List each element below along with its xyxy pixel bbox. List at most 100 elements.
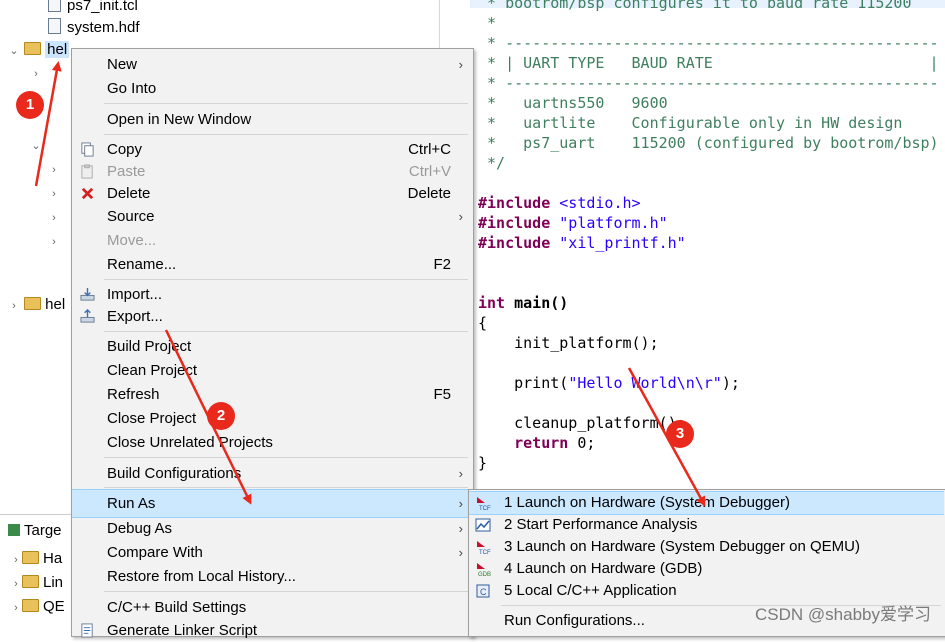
menu-separator (104, 457, 468, 458)
code-line: * --------------------------------------… (478, 74, 939, 92)
paste-icon (81, 164, 93, 179)
chevron-right-icon: › (458, 57, 463, 72)
chevron-right-icon: › (458, 521, 463, 536)
menu-item-go-into[interactable]: Go Into (72, 77, 473, 100)
folder-icon (22, 599, 39, 612)
menu-item-refresh[interactable]: Refresh F5 (72, 383, 473, 406)
watermark: CSDN @shabby爱学习 (755, 605, 931, 624)
menu-item-build-settings[interactable]: C/C++ Build Settings (72, 596, 473, 619)
menu-separator (104, 279, 468, 280)
code-line: } (478, 454, 488, 472)
menu-item-rename[interactable]: Rename... F2 (72, 253, 473, 276)
project-folder-icon (24, 42, 42, 55)
menu-item-move[interactable]: Move... (72, 229, 473, 252)
tcf-launch-icon: TCF (477, 497, 491, 511)
menu-item-paste[interactable]: Paste Ctrl+V (72, 160, 473, 183)
submenu-item-launch-system-debugger[interactable]: TCF 1 Launch on Hardware (System Debugge… (469, 491, 944, 515)
code-line: * | UART TYPE BAUD RATE | (478, 54, 939, 72)
svg-text:TCF: TCF (479, 550, 491, 555)
submenu-item-launch-qemu[interactable]: TCF 3 Launch on Hardware (System Debugge… (469, 536, 944, 558)
step-badge-2: 2 (207, 402, 235, 430)
menu-item-delete[interactable]: Delete Delete (72, 182, 473, 205)
menu-item-new[interactable]: New › (72, 53, 473, 76)
menu-item-source[interactable]: Source › (72, 205, 473, 228)
code-line: */ (478, 154, 506, 172)
export-icon (80, 309, 95, 323)
svg-text:GDB: GDB (478, 572, 491, 577)
chevron-right-icon[interactable]: › (48, 159, 60, 181)
targets-title[interactable]: Targe (8, 520, 62, 542)
target-connections-panel: Targe › Ha › Lin › QE (0, 514, 75, 636)
menu-item-copy[interactable]: Copy Ctrl+C (72, 138, 473, 161)
menu-item-debug-as[interactable]: Debug As › (72, 517, 473, 540)
chevron-right-icon[interactable]: › (10, 597, 22, 619)
main-signature: int main() (478, 294, 569, 312)
tree-child[interactable]: › (48, 206, 60, 228)
svg-text:C: C (480, 587, 487, 597)
code-line: * --------------------------------------… (478, 34, 939, 52)
folder-icon (22, 551, 39, 564)
chevron-right-icon[interactable]: › (10, 549, 22, 571)
menu-item-import[interactable]: Import... (72, 283, 473, 306)
file-icon (48, 18, 61, 34)
target-item[interactable]: › QE (10, 596, 65, 618)
tree-item-ps7-init[interactable]: ps7_init.tcl (48, 0, 138, 17)
chevron-right-icon: › (458, 209, 463, 224)
copy-icon (81, 142, 94, 157)
chevron-right-icon: › (458, 496, 463, 511)
chevron-right-icon[interactable]: › (48, 207, 60, 229)
folder-icon (22, 575, 39, 588)
tree-child[interactable]: › (48, 182, 60, 204)
context-menu: New › Go Into Open in New Window Copy Ctrl… (71, 48, 474, 639)
code-line: { (478, 314, 488, 332)
file-icon (48, 0, 61, 12)
menu-item-close-project[interactable]: Close Project (72, 407, 473, 430)
tree-item-project-hello[interactable]: ⌄ hel (8, 39, 70, 62)
menu-item-build-project[interactable]: Build Project (72, 335, 473, 358)
submenu-item-launch-gdb[interactable]: GDB 4 Launch on Hardware (GDB) (469, 558, 944, 580)
tree-item-project-hello-2[interactable]: › hel (8, 294, 65, 316)
chevron-down-icon[interactable]: ⌄ (30, 135, 42, 157)
menu-item-clean-project[interactable]: Clean Project (72, 359, 473, 382)
print-line: print("Hello World\n\r"); (478, 374, 740, 392)
step-badge-3: 3 (666, 420, 694, 448)
target-item[interactable]: › Lin (10, 572, 63, 594)
chevron-down-icon[interactable]: ⌄ (8, 40, 20, 62)
chevron-right-icon[interactable]: › (10, 573, 22, 595)
menu-item-run-as[interactable]: Run As › (72, 489, 473, 518)
import-icon (80, 287, 95, 301)
chevron-right-icon[interactable]: › (48, 231, 60, 253)
target-connections-icon (8, 524, 20, 536)
menu-separator (104, 103, 468, 104)
menu-item-export[interactable]: Export... (72, 305, 473, 328)
submenu-item-performance-analysis[interactable]: 2 Start Performance Analysis (469, 514, 944, 536)
tree-item-system-hdf[interactable]: system.hdf (48, 17, 140, 39)
return-line: return 0; (478, 434, 596, 452)
target-item[interactable]: › Ha (10, 548, 62, 570)
step-badge-1: 1 (16, 91, 44, 119)
tree-child[interactable]: ⌄ (30, 134, 42, 156)
menu-separator (104, 331, 468, 332)
chevron-right-icon[interactable]: › (30, 63, 42, 85)
chevron-right-icon[interactable]: › (8, 295, 20, 317)
menu-item-build-configurations[interactable]: Build Configurations › (72, 462, 473, 485)
gdb-launch-icon: GDB (477, 563, 491, 577)
code-editor[interactable]: * bootrom/bsp configures it to baud rate… (470, 0, 945, 490)
menu-item-open-new-window[interactable]: Open in New Window (72, 108, 473, 131)
menu-item-close-unrelated[interactable]: Close Unrelated Projects (72, 431, 473, 454)
code-line: * bootrom/bsp configures it to baud rate… (478, 0, 912, 12)
tree-child[interactable]: › (48, 158, 60, 180)
tcf-launch-icon: TCF (477, 541, 491, 555)
menu-item-restore-history[interactable]: Restore from Local History... (72, 565, 473, 588)
delete-icon (81, 187, 94, 200)
submenu-item-local-c-app[interactable]: C 5 Local C/C++ Application (469, 580, 944, 602)
c-application-icon: C (476, 584, 490, 598)
code-line: * (478, 14, 497, 32)
tree-child[interactable]: › (30, 62, 42, 84)
menu-separator (104, 591, 468, 592)
menu-item-compare-with[interactable]: Compare With › (72, 541, 473, 564)
chevron-right-icon: › (458, 545, 463, 560)
tree-child[interactable]: › (48, 230, 60, 252)
menu-item-generate-linker-script[interactable]: Generate Linker Script (72, 619, 473, 642)
chevron-right-icon[interactable]: › (48, 183, 60, 205)
